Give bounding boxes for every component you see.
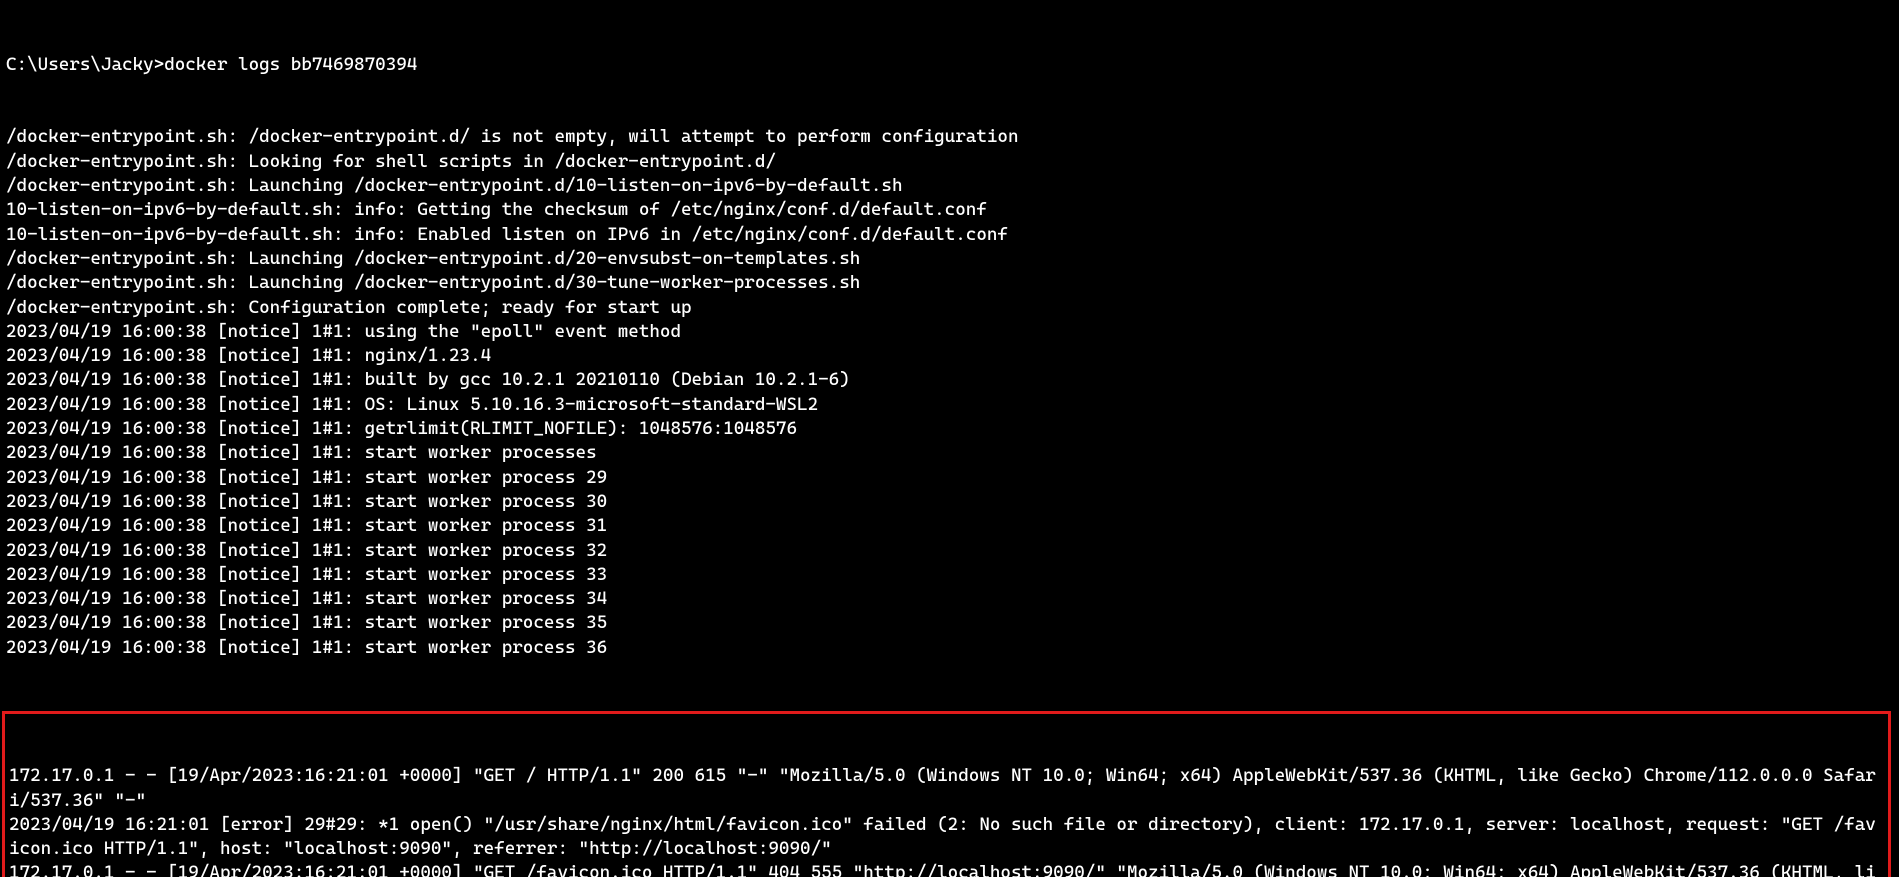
log-lines: /docker-entrypoint.sh: /docker-entrypoin… [6, 125, 1893, 660]
log-line: /docker-entrypoint.sh: Launching /docker… [6, 271, 1893, 295]
log-line: 2023/04/19 16:00:38 [notice] 1#1: start … [6, 441, 1893, 465]
log-line: 2023/04/19 16:00:38 [notice] 1#1: start … [6, 611, 1893, 635]
highlighted-log-line: 172.17.0.1 - - [19/Apr/2023:16:21:01 +00… [9, 764, 1884, 813]
log-line: /docker-entrypoint.sh: Launching /docker… [6, 174, 1893, 198]
log-line: 2023/04/19 16:00:38 [notice] 1#1: nginx/… [6, 344, 1893, 368]
log-line: 2023/04/19 16:00:38 [notice] 1#1: using … [6, 320, 1893, 344]
highlighted-log-lines: 172.17.0.1 - - [19/Apr/2023:16:21:01 +00… [9, 764, 1884, 877]
log-line: /docker-entrypoint.sh: /docker-entrypoin… [6, 125, 1893, 149]
highlighted-log-line: 172.17.0.1 - - [19/Apr/2023:16:21:01 +00… [9, 861, 1884, 877]
log-line: /docker-entrypoint.sh: Looking for shell… [6, 150, 1893, 174]
log-line: 2023/04/19 16:00:38 [notice] 1#1: getrli… [6, 417, 1893, 441]
log-line: 2023/04/19 16:00:38 [notice] 1#1: start … [6, 539, 1893, 563]
log-line: 2023/04/19 16:00:38 [notice] 1#1: built … [6, 368, 1893, 392]
log-line: 2023/04/19 16:00:38 [notice] 1#1: start … [6, 563, 1893, 587]
prompt-command: docker logs bb7469870394 [164, 54, 417, 75]
log-line: 2023/04/19 16:00:38 [notice] 1#1: start … [6, 636, 1893, 660]
highlighted-log-line: 2023/04/19 16:21:01 [error] 29#29: *1 op… [9, 813, 1884, 862]
log-line: 2023/04/19 16:00:38 [notice] 1#1: start … [6, 587, 1893, 611]
terminal-output[interactable]: C:\Users\Jacky>docker logs bb7469870394 … [0, 0, 1899, 877]
highlighted-log-box: 172.17.0.1 - - [19/Apr/2023:16:21:01 +00… [2, 711, 1891, 877]
log-line: /docker-entrypoint.sh: Launching /docker… [6, 247, 1893, 271]
prompt-path: C:\Users\Jacky> [6, 54, 164, 75]
log-line: 10-listen-on-ipv6-by-default.sh: info: G… [6, 198, 1893, 222]
log-line: 10-listen-on-ipv6-by-default.sh: info: E… [6, 223, 1893, 247]
log-line: 2023/04/19 16:00:38 [notice] 1#1: start … [6, 490, 1893, 514]
log-line: 2023/04/19 16:00:38 [notice] 1#1: start … [6, 514, 1893, 538]
command-line: C:\Users\Jacky>docker logs bb7469870394 [6, 53, 1893, 77]
log-line: 2023/04/19 16:00:38 [notice] 1#1: start … [6, 466, 1893, 490]
log-line: 2023/04/19 16:00:38 [notice] 1#1: OS: Li… [6, 393, 1893, 417]
log-line: /docker-entrypoint.sh: Configuration com… [6, 296, 1893, 320]
